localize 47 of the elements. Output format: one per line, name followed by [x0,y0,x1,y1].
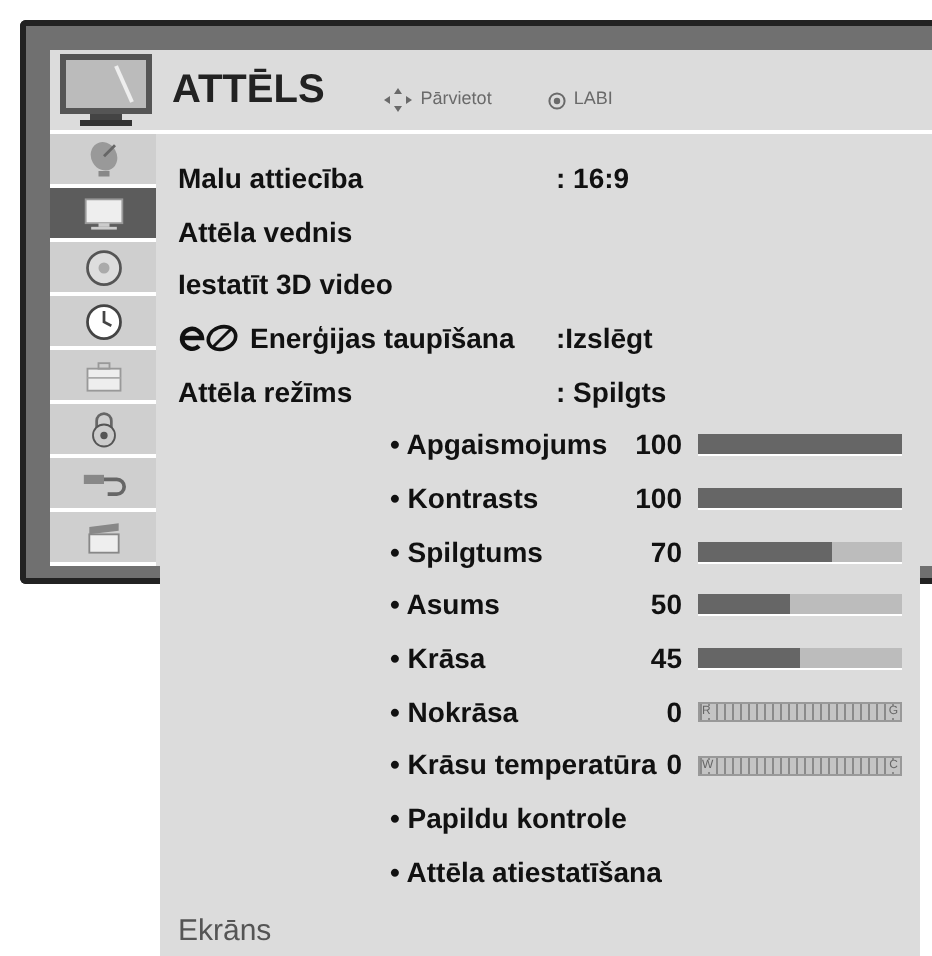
menu-row[interactable]: Attēla režīms : Spilgts [178,365,920,419]
setting-label: • Krāsa [390,639,486,678]
menu-item: Enerģijas taupīšana [250,319,515,358]
menu-item: Iestatīt 3D video [178,266,393,305]
sidebar-item[interactable] [50,458,156,512]
arrows-icon [384,88,413,112]
sidebar-item[interactable] [50,242,156,296]
tv-icon [56,50,156,130]
sidebar-item[interactable] [50,296,156,350]
menu-item: Attēla vednis [178,213,353,251]
setting-value: 45 [650,639,682,678]
menu-item: Malu attiecība [178,159,364,198]
menu-row[interactable]: Enerģijas taupīšana :Izslēgt [178,312,920,366]
menu-row[interactable]: Iestatīt 3D video [178,258,920,313]
menu-item[interactable]: • Attēla atiestatīšana [390,851,662,894]
menu-item[interactable]: • Papildu kontrole [390,797,627,840]
slider-track[interactable] [698,541,902,564]
clock-icon [81,299,125,343]
ok-icon [547,91,566,109]
setting-label: • Nokrāsa [390,693,519,732]
sidebar-item[interactable] [50,404,156,458]
setting-label: • Apgaismojums [390,426,608,465]
menu-title: ATTĒLS [172,66,325,116]
menu-row[interactable]: Malu attiecība : 16:9 [178,152,920,206]
disc-icon [81,245,125,289]
eco-icon [178,324,242,353]
setting-label: • Spilgtums [390,533,543,572]
setting-value: 100 [635,426,682,465]
menu-row[interactable]: Attēla vednis [178,205,920,259]
setting-label: • Krāsu temperatūra [390,746,657,785]
setting-label: • Asums [390,586,500,625]
setting-value: 70 [650,533,682,572]
menu-value: : 16:9 [556,159,630,198]
menu-value: :Izslēgt [556,319,653,358]
hint-label: LABI [573,86,613,113]
menu-item: Attēla režīms [178,373,353,412]
slider-track[interactable] [698,647,902,670]
setting-value: 100 [635,479,682,518]
footer-label: Ekrāns [178,912,274,953]
hint-label: Pārvietot [420,86,492,113]
slider-track[interactable] [698,594,902,617]
setting-label: • Kontrasts [390,479,539,518]
setting-value: 50 [650,586,682,625]
setting-value: 0 [666,746,682,785]
sidebar-item[interactable] [50,188,156,242]
menu-value: : Spilgts [556,373,667,412]
setting-value: 0 [666,693,682,732]
